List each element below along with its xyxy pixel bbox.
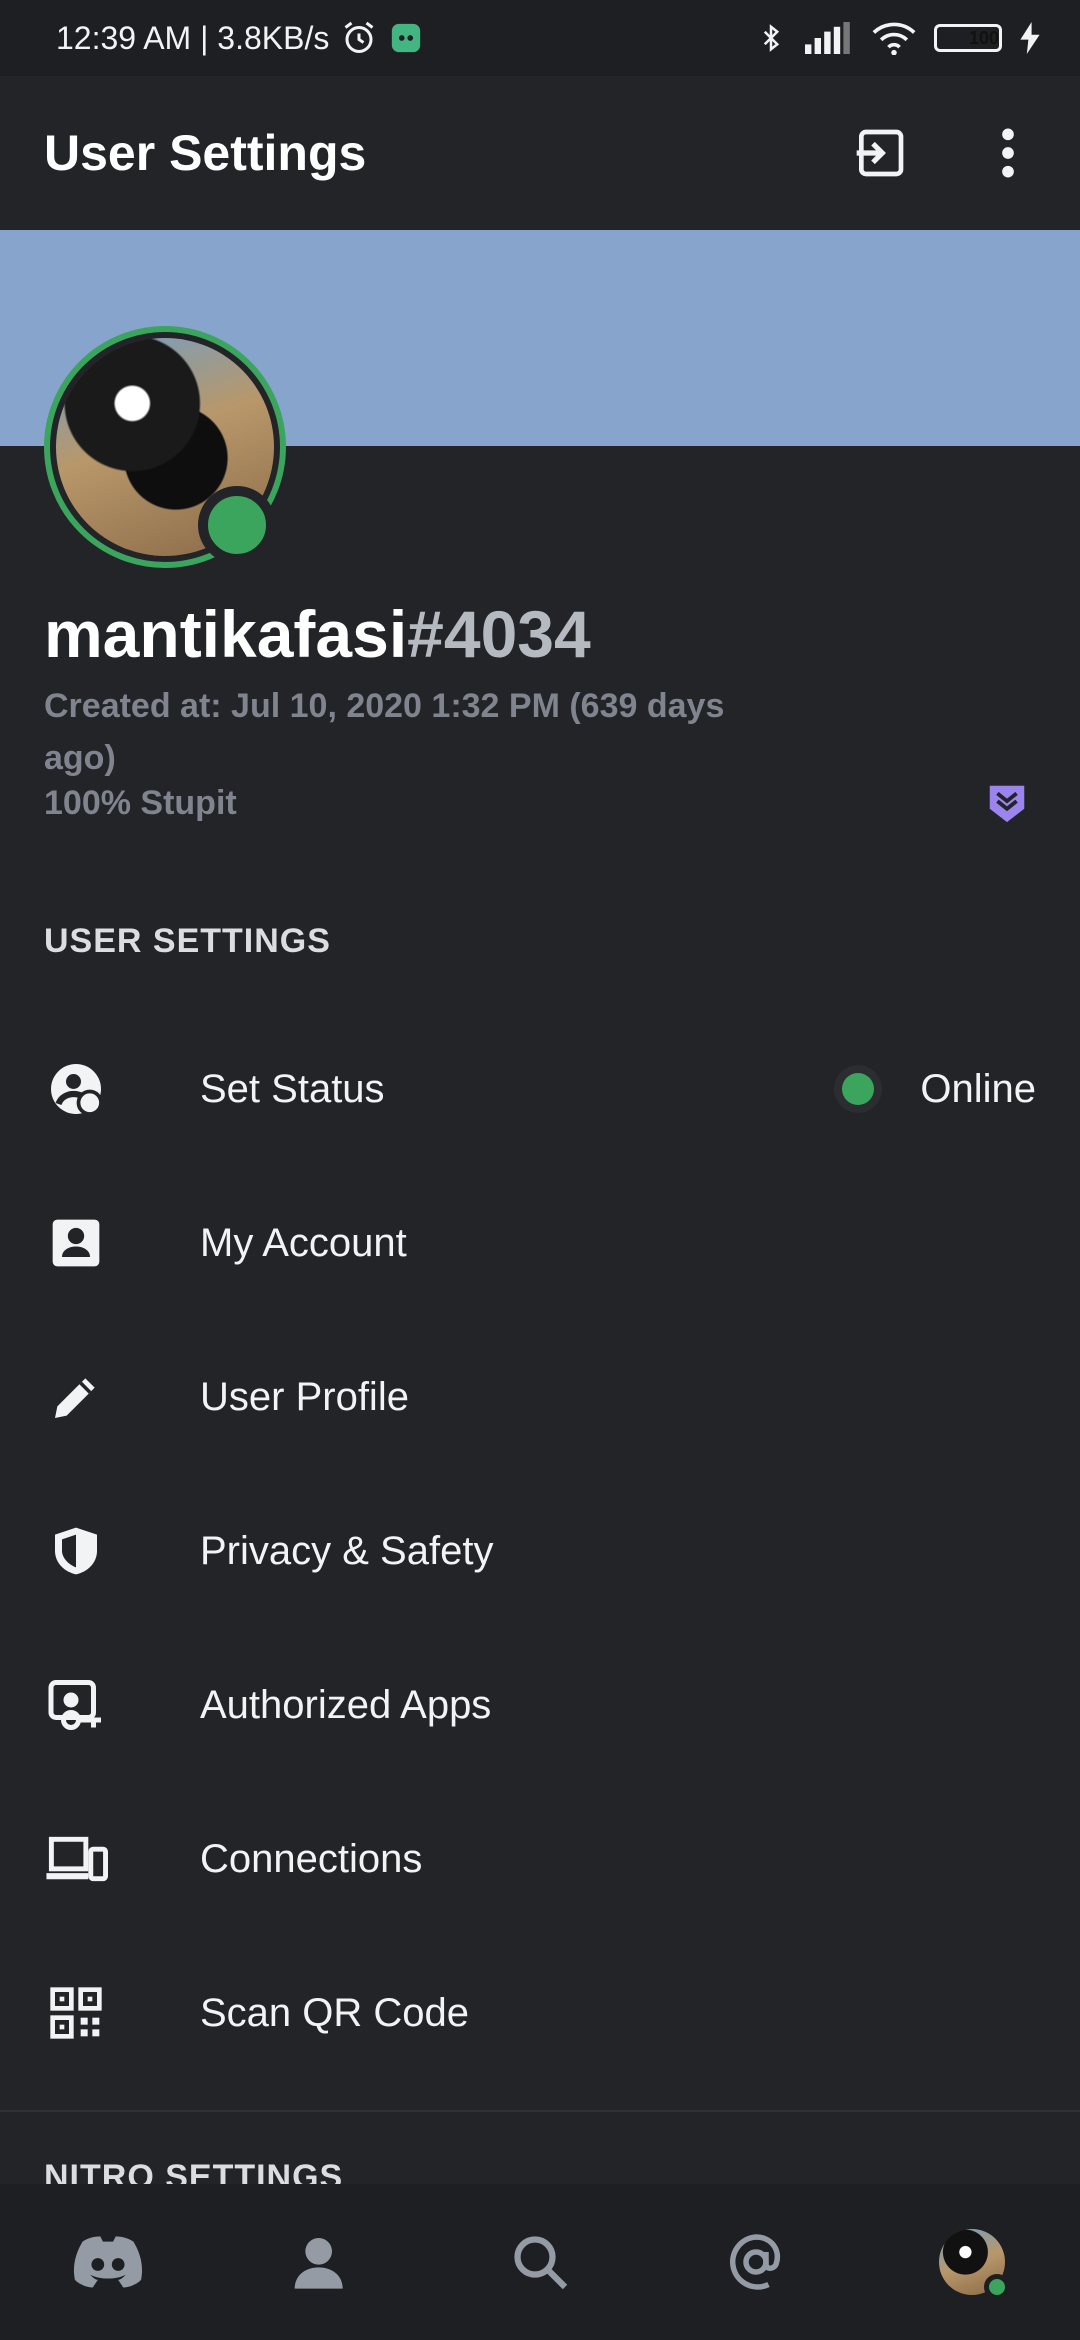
logout-icon [856, 129, 904, 177]
username-text: mantikafasi [44, 597, 408, 671]
page-title: User Settings [44, 125, 367, 181]
devices-icon [44, 1827, 108, 1891]
created-at: Created at: Jul 10, 2020 1:32 PM (639 da… [44, 687, 725, 777]
logout-button[interactable] [848, 121, 912, 185]
settings-item-my-account[interactable]: My Account [0, 1166, 1080, 1320]
charging-icon [1020, 22, 1040, 54]
settings-item-label: Scan QR Code [200, 1990, 470, 2035]
signal-icon [804, 22, 854, 54]
qr-code-icon [44, 1981, 108, 2045]
status-bar-right: 100 [756, 20, 1040, 56]
nav-profile-button[interactable] [932, 2222, 1012, 2302]
mentions-icon [730, 2234, 780, 2290]
account-icon [44, 1211, 108, 1275]
wifi-icon [872, 21, 916, 55]
status-bar: 12:39 AM | 3.8KB/s 100 [0, 0, 1080, 76]
hypesquad-badge-icon[interactable] [984, 780, 1030, 826]
settings-item-label: My Account [200, 1220, 407, 1265]
nav-presence-indicator [984, 2274, 1010, 2300]
settings-item-label: User Profile [200, 1374, 409, 1419]
settings-item-label: Connections [200, 1836, 423, 1881]
settings-item-scan-qr-code[interactable]: Scan QR Code [0, 1936, 1080, 2090]
status-time-speed: 12:39 AM | 3.8KB/s [56, 19, 330, 56]
settings-item-authorized-apps[interactable]: Authorized Apps [0, 1628, 1080, 1782]
status-icon [44, 1057, 108, 1121]
nav-home-button[interactable] [68, 2222, 148, 2302]
bottom-navigation [0, 2184, 1080, 2340]
nav-search-button[interactable] [500, 2222, 580, 2302]
status-bar-left: 12:39 AM | 3.8KB/s [56, 20, 423, 57]
settings-item-label: Authorized Apps [200, 1682, 492, 1727]
status-indicator [834, 1065, 883, 1113]
pencil-icon [44, 1365, 108, 1429]
overflow-menu-button[interactable] [976, 121, 1040, 185]
settings-item-connections[interactable]: Connections [0, 1782, 1080, 1936]
discord-home-icon [73, 2236, 143, 2288]
app-bar: User Settings [0, 76, 1080, 230]
nav-mentions-button[interactable] [716, 2222, 796, 2302]
settings-item-set-status[interactable]: Set Status Online [0, 1012, 1080, 1166]
battery-icon: 100 [934, 24, 1002, 52]
friends-icon [294, 2238, 356, 2289]
nav-friends-button[interactable] [284, 2222, 364, 2302]
more-vertical-icon [1002, 128, 1014, 178]
profile-bio: 100% Stupit [44, 784, 237, 822]
username: mantikafasi#4034 [44, 596, 591, 672]
discriminator: #4034 [407, 597, 591, 671]
presence-indicator [198, 486, 276, 564]
settings-item-label: Privacy & Safety [200, 1528, 494, 1573]
settings-item-privacy-safety[interactable]: Privacy & Safety [0, 1474, 1080, 1628]
status-value: Online [920, 1066, 1036, 1111]
authorized-apps-icon [44, 1673, 108, 1737]
shield-icon [44, 1519, 108, 1583]
bluetooth-icon [756, 20, 786, 56]
screen: 12:39 AM | 3.8KB/s 100 User Settings man… [0, 0, 1080, 2340]
app-bar-actions [848, 121, 1040, 185]
settings-item-user-profile[interactable]: User Profile [0, 1320, 1080, 1474]
search-icon [514, 2236, 568, 2290]
app-notification-icon [389, 21, 423, 55]
section-divider [0, 2110, 1080, 2112]
battery-level: 100 [968, 27, 999, 48]
section-header-user-settings: USER SETTINGS [44, 922, 331, 960]
current-status: Online [834, 1065, 1036, 1113]
settings-list: Set Status Online My Account User Profil… [0, 1012, 1080, 2090]
settings-item-label: Set Status [200, 1066, 385, 1111]
online-dot [842, 1073, 875, 1105]
alarm-icon [341, 20, 377, 56]
